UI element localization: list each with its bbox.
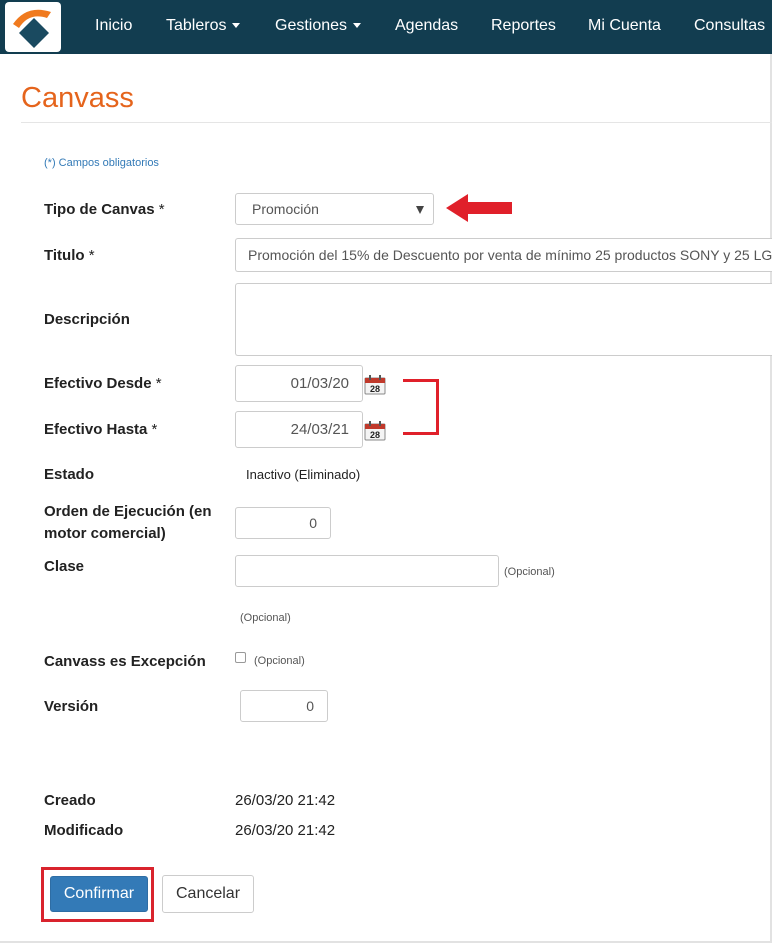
clase-label: Clase	[44, 558, 85, 575]
annotation-arrow-icon	[446, 194, 512, 222]
calendar-icon[interactable]: 28	[364, 421, 386, 441]
descripcion-textarea[interactable]	[235, 283, 772, 356]
clase-optional-note: (Opcional)	[504, 566, 555, 578]
efectivo-desde-input[interactable]: 01/03/20	[235, 365, 363, 402]
chevron-down-icon	[232, 23, 241, 29]
title-divider	[21, 122, 772, 123]
page-frame	[0, 0, 772, 943]
cancel-button[interactable]: Cancelar	[162, 875, 254, 913]
efectivo-hasta-input[interactable]: 24/03/21	[235, 411, 363, 448]
excepcion-label: Canvass es Excepción	[44, 653, 206, 670]
annotation-bracket	[403, 379, 439, 435]
titulo-input[interactable]: Promoción del 15% de Descuento por venta…	[235, 238, 772, 272]
calendar-day-label: 28	[370, 430, 380, 440]
nav-tableros[interactable]: Tableros	[166, 15, 241, 37]
dropdown-arrow-icon	[416, 206, 424, 214]
orden-input[interactable]: 0	[235, 507, 331, 539]
version-input[interactable]: 0	[240, 690, 328, 722]
modificado-label: Modificado	[44, 822, 124, 839]
estado-value: Inactivo (Eliminado)	[246, 467, 361, 482]
tipo-selected-value: Promoción	[252, 201, 319, 217]
nav-mi-cuenta[interactable]: Mi Cuenta	[588, 15, 661, 37]
modificado-value: 26/03/20 21:42	[235, 822, 336, 839]
calendar-icon[interactable]: 28	[364, 375, 386, 395]
tipo-select[interactable]: Promoción	[235, 193, 434, 225]
titulo-label: Titulo *	[44, 247, 95, 264]
clase-input[interactable]	[235, 555, 499, 587]
version-label: Versión	[44, 698, 99, 715]
excepcion-optional-note: (Opcional)	[254, 655, 305, 667]
efectivo-hasta-label: Efectivo Hasta *	[44, 421, 158, 438]
confirm-button[interactable]: Confirmar	[50, 876, 148, 912]
nav-agendas[interactable]: Agendas	[395, 15, 458, 37]
logo-icon	[13, 9, 51, 48]
nav-consultas[interactable]: Consultas	[694, 15, 765, 37]
estado-label: Estado	[44, 466, 95, 483]
tipo-label: Tipo de Canvas *	[44, 201, 165, 218]
top-navbar: Inicio Tableros Gestiones Agendas Report…	[0, 0, 772, 54]
creado-label: Creado	[44, 792, 96, 809]
chevron-down-icon	[353, 23, 362, 29]
nav-reportes[interactable]: Reportes	[491, 15, 556, 37]
descripcion-label: Descripción	[44, 311, 130, 328]
calendar-day-label: 28	[370, 384, 380, 394]
optional-note: (Opcional)	[240, 612, 291, 624]
excepcion-checkbox[interactable]	[235, 652, 246, 663]
nav-gestiones[interactable]: Gestiones	[275, 15, 362, 37]
nav-inicio[interactable]: Inicio	[95, 15, 132, 37]
efectivo-desde-label: Efectivo Desde *	[44, 375, 162, 392]
creado-value: 26/03/20 21:42	[235, 792, 336, 809]
required-fields-note: (*) Campos obligatorios	[44, 157, 159, 169]
company-logo[interactable]	[5, 2, 61, 52]
page-title: Canvass	[21, 82, 134, 114]
orden-label: Orden de Ejecución (en motor comercial)	[44, 503, 212, 542]
